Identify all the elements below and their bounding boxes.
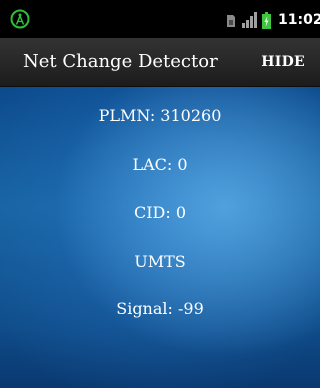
plmn-text: PLMN: 310260 xyxy=(98,106,222,125)
battery-charging-icon xyxy=(262,12,271,29)
info-panel: PLMN: 310260 LAC: 0 CID: 0 UMTS Signal: … xyxy=(0,87,320,388)
sim-card-icon xyxy=(227,15,235,27)
status-clock: 11:02 xyxy=(278,12,320,28)
lac-text: LAC: 0 xyxy=(132,155,188,174)
signal-strength-icon xyxy=(242,12,257,28)
status-bar: 11:02 xyxy=(0,0,320,38)
signal-text: Signal: -99 xyxy=(116,299,204,318)
network-type-text: UMTS xyxy=(134,252,186,271)
cid-text: CID: 0 xyxy=(133,203,187,222)
action-bar: Net Change Detector HIDE xyxy=(0,38,320,87)
antenna-tower-icon xyxy=(10,9,30,29)
hide-button[interactable]: HIDE xyxy=(261,52,305,72)
app-title: Net Change Detector xyxy=(23,51,218,72)
